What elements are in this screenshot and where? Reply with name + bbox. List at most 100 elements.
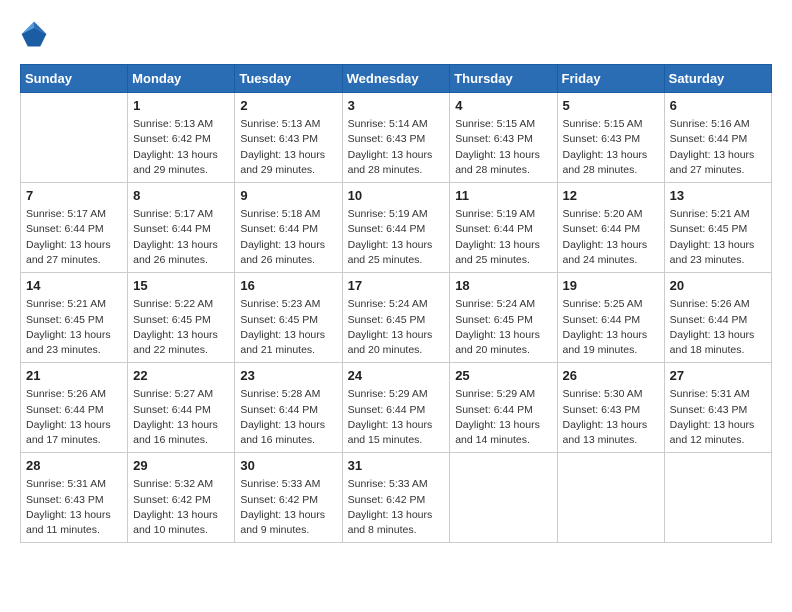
day-number: 8 [133, 187, 229, 205]
day-info: Sunrise: 5:31 AMSunset: 6:43 PMDaylight:… [26, 477, 122, 538]
calendar-cell: 14 Sunrise: 5:21 AMSunset: 6:45 PMDayligh… [21, 273, 128, 363]
day-info: Sunrise: 5:15 AMSunset: 6:43 PMDaylight:… [563, 117, 659, 178]
calendar-cell: 20 Sunrise: 5:26 AMSunset: 6:44 PMDayligh… [664, 273, 771, 363]
day-info: Sunrise: 5:24 AMSunset: 6:45 PMDaylight:… [348, 297, 445, 358]
calendar-cell: 5Sunrise: 5:15 AMSunset: 6:43 PMDaylight… [557, 93, 664, 183]
day-number: 4 [455, 97, 551, 115]
calendar-cell: 1 Sunrise: 5:13 AMSunset: 6:42 PMDaylight… [128, 93, 235, 183]
calendar-cell: 27 Sunrise: 5:31 AMSunset: 6:43 PMDayligh… [664, 363, 771, 453]
day-number: 31 [348, 457, 445, 475]
day-info: Sunrise: 5:16 AMSunset: 6:44 PMDaylight:… [670, 117, 766, 178]
day-info: Sunrise: 5:33 AMSunset: 6:42 PMDaylight:… [240, 477, 336, 538]
day-number: 28 [26, 457, 122, 475]
day-number: 17 [348, 277, 445, 295]
calendar-header-row: SundayMondayTuesdayWednesdayThursdayFrid… [21, 65, 772, 93]
calendar-cell: 4 Sunrise: 5:15 AMSunset: 6:43 PMDaylight… [450, 93, 557, 183]
day-info: Sunrise: 5:21 AMSunset: 6:45 PMDaylight:… [670, 207, 766, 268]
calendar-cell: 19 Sunrise: 5:25 AMSunset: 6:44 PMDayligh… [557, 273, 664, 363]
calendar-cell [664, 453, 771, 543]
day-info: Sunrise: 5:20 AMSunset: 6:44 PMDaylight:… [563, 207, 659, 268]
calendar-cell [21, 93, 128, 183]
calendar-cell: 10 Sunrise: 5:19 AMSunset: 6:44 PMDayligh… [342, 183, 450, 273]
day-info: Sunrise: 5:28 AMSunset: 6:44 PMDaylight:… [240, 387, 336, 448]
day-info: Sunrise: 5:23 AMSunset: 6:45 PMDaylight:… [240, 297, 336, 358]
calendar-cell: 24 Sunrise: 5:29 AMSunset: 6:44 PMDayligh… [342, 363, 450, 453]
day-info: Sunrise: 5:13 AMSunset: 6:42 PMDaylight:… [133, 117, 229, 178]
day-number: 22 [133, 367, 229, 385]
calendar-cell: 15 Sunrise: 5:22 AMSunset: 6:45 PMDayligh… [128, 273, 235, 363]
calendar-cell: 26 Sunrise: 5:30 AMSunset: 6:43 PMDayligh… [557, 363, 664, 453]
day-info: Sunrise: 5:17 AMSunset: 6:44 PMDaylight:… [133, 207, 229, 268]
calendar-cell: 8 Sunrise: 5:17 AMSunset: 6:44 PMDaylight… [128, 183, 235, 273]
calendar-cell: 29 Sunrise: 5:32 AMSunset: 6:42 PMDayligh… [128, 453, 235, 543]
calendar-cell: 21Sunrise: 5:26 AMSunset: 6:44 PMDayligh… [21, 363, 128, 453]
day-number: 12 [563, 187, 659, 205]
calendar-cell: 28 Sunrise: 5:31 AMSunset: 6:43 PMDayligh… [21, 453, 128, 543]
calendar-cell: 25 Sunrise: 5:29 AMSunset: 6:44 PMDayligh… [450, 363, 557, 453]
day-number: 26 [563, 367, 659, 385]
day-number: 1 [133, 97, 229, 115]
header-day-monday: Monday [128, 65, 235, 93]
day-number: 16 [240, 277, 336, 295]
day-info: Sunrise: 5:30 AMSunset: 6:43 PMDaylight:… [563, 387, 659, 448]
day-info: Sunrise: 5:29 AMSunset: 6:44 PMDaylight:… [348, 387, 445, 448]
day-number: 18 [455, 277, 551, 295]
header-day-wednesday: Wednesday [342, 65, 450, 93]
day-number: 25 [455, 367, 551, 385]
day-number: 21 [26, 367, 122, 385]
calendar-cell [557, 453, 664, 543]
day-number: 15 [133, 277, 229, 295]
day-number: 2 [240, 97, 336, 115]
day-info: Sunrise: 5:18 AMSunset: 6:44 PMDaylight:… [240, 207, 336, 268]
day-info: Sunrise: 5:22 AMSunset: 6:45 PMDaylight:… [133, 297, 229, 358]
page-header [20, 20, 772, 48]
calendar-cell [450, 453, 557, 543]
day-info: Sunrise: 5:29 AMSunset: 6:44 PMDaylight:… [455, 387, 551, 448]
week-row-1: 1 Sunrise: 5:13 AMSunset: 6:42 PMDaylight… [21, 93, 772, 183]
day-info: Sunrise: 5:17 AMSunset: 6:44 PMDaylight:… [26, 207, 122, 268]
day-info: Sunrise: 5:15 AMSunset: 6:43 PMDaylight:… [455, 117, 551, 178]
day-info: Sunrise: 5:26 AMSunset: 6:44 PMDaylight:… [670, 297, 766, 358]
calendar-cell: 23 Sunrise: 5:28 AMSunset: 6:44 PMDayligh… [235, 363, 342, 453]
calendar-cell: 11Sunrise: 5:19 AMSunset: 6:44 PMDayligh… [450, 183, 557, 273]
day-info: Sunrise: 5:27 AMSunset: 6:44 PMDaylight:… [133, 387, 229, 448]
week-row-2: 7 Sunrise: 5:17 AMSunset: 6:44 PMDaylight… [21, 183, 772, 273]
header-day-sunday: Sunday [21, 65, 128, 93]
day-number: 19 [563, 277, 659, 295]
day-number: 20 [670, 277, 766, 295]
calendar-cell: 7 Sunrise: 5:17 AMSunset: 6:44 PMDaylight… [21, 183, 128, 273]
day-number: 14 [26, 277, 122, 295]
day-number: 9 [240, 187, 336, 205]
day-info: Sunrise: 5:19 AMSunset: 6:44 PMDaylight:… [348, 207, 445, 268]
calendar-cell: 12 Sunrise: 5:20 AMSunset: 6:44 PMDayligh… [557, 183, 664, 273]
day-number: 13 [670, 187, 766, 205]
header-day-thursday: Thursday [450, 65, 557, 93]
day-number: 10 [348, 187, 445, 205]
calendar-cell: 13 Sunrise: 5:21 AMSunset: 6:45 PMDayligh… [664, 183, 771, 273]
calendar-cell: 17 Sunrise: 5:24 AMSunset: 6:45 PMDayligh… [342, 273, 450, 363]
calendar-cell: 30 Sunrise: 5:33 AMSunset: 6:42 PMDayligh… [235, 453, 342, 543]
logo [20, 20, 52, 48]
day-number: 3 [348, 97, 445, 115]
day-number: 24 [348, 367, 445, 385]
day-info: Sunrise: 5:24 AMSunset: 6:45 PMDaylight:… [455, 297, 551, 358]
week-row-5: 28 Sunrise: 5:31 AMSunset: 6:43 PMDayligh… [21, 453, 772, 543]
day-number: 23 [240, 367, 336, 385]
day-info: Sunrise: 5:25 AMSunset: 6:44 PMDaylight:… [563, 297, 659, 358]
day-info: Sunrise: 5:13 AMSunset: 6:43 PMDaylight:… [240, 117, 336, 178]
day-info: Sunrise: 5:19 AMSunset: 6:44 PMDaylight:… [455, 207, 551, 268]
header-day-friday: Friday [557, 65, 664, 93]
day-info: Sunrise: 5:21 AMSunset: 6:45 PMDaylight:… [26, 297, 122, 358]
day-number: 6 [670, 97, 766, 115]
day-info: Sunrise: 5:32 AMSunset: 6:42 PMDaylight:… [133, 477, 229, 538]
calendar-cell: 2 Sunrise: 5:13 AMSunset: 6:43 PMDaylight… [235, 93, 342, 183]
day-number: 30 [240, 457, 336, 475]
day-info: Sunrise: 5:31 AMSunset: 6:43 PMDaylight:… [670, 387, 766, 448]
day-number: 27 [670, 367, 766, 385]
calendar-cell: 16 Sunrise: 5:23 AMSunset: 6:45 PMDayligh… [235, 273, 342, 363]
calendar-cell: 9 Sunrise: 5:18 AMSunset: 6:44 PMDaylight… [235, 183, 342, 273]
day-info: Sunrise: 5:14 AMSunset: 6:43 PMDaylight:… [348, 117, 445, 178]
day-number: 7 [26, 187, 122, 205]
header-day-saturday: Saturday [664, 65, 771, 93]
day-number: 29 [133, 457, 229, 475]
